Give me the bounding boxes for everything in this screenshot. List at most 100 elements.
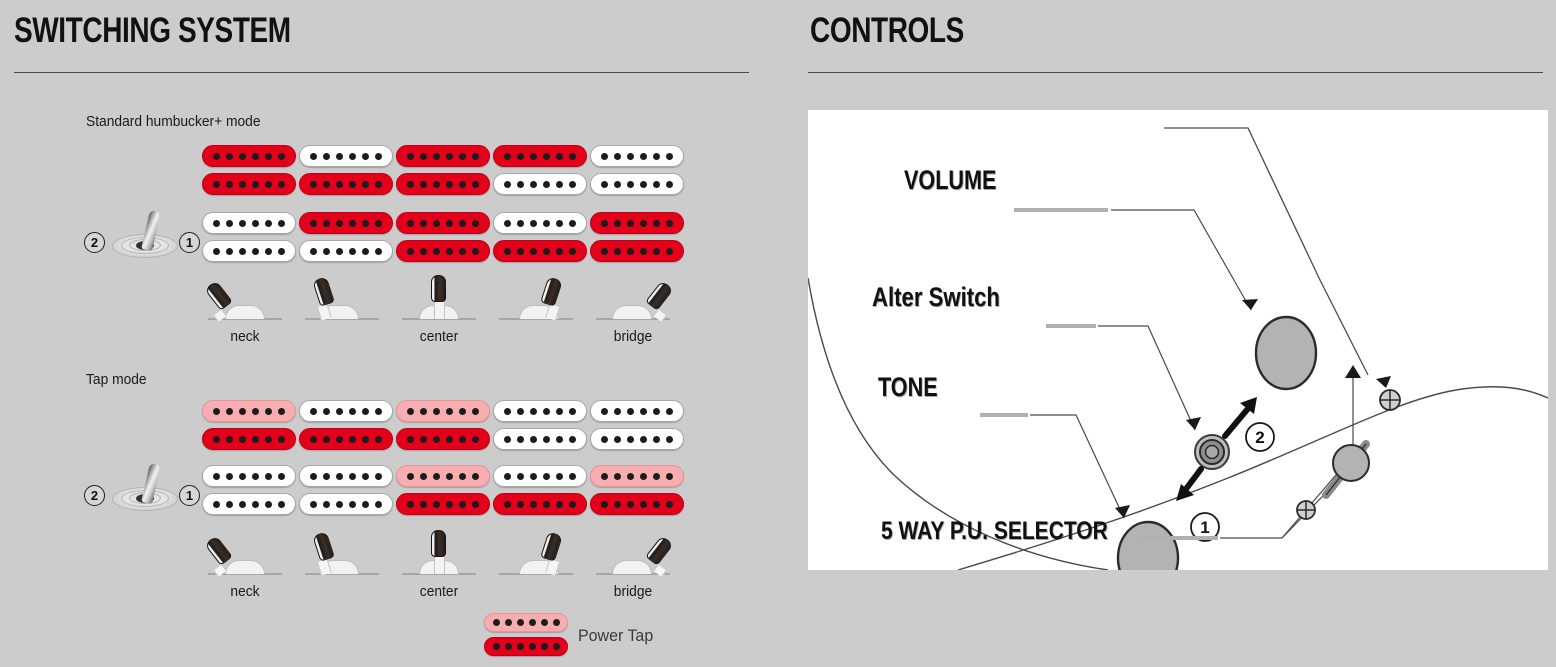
coil-top — [493, 145, 587, 167]
coil-top — [484, 613, 568, 632]
volume-knob[interactable] — [1254, 315, 1318, 391]
mode-label-humbucker: Standard humbucker+ mode — [86, 113, 261, 130]
pickup-tap-r2-c4 — [493, 465, 587, 515]
coil-top — [493, 212, 587, 234]
coil-bottom — [590, 173, 684, 195]
pickup-humbucker-r1-c5 — [590, 145, 684, 195]
selector-position-2-humbucker[interactable] — [305, 276, 379, 327]
coil-top — [299, 465, 393, 487]
coil-bottom — [396, 428, 490, 450]
coil-bottom — [299, 493, 393, 515]
pickup-tap-r2-c3 — [396, 465, 490, 515]
coil-top — [396, 212, 490, 234]
page-title-controls: CONTROLS — [810, 11, 964, 50]
page-title-switching: SWITCHING SYSTEM — [14, 11, 291, 50]
alter-toggle-humbucker[interactable] — [112, 206, 178, 258]
screw-upper — [1379, 389, 1401, 411]
coil-bottom — [493, 240, 587, 262]
coil-bottom — [590, 493, 684, 515]
coil-top — [396, 145, 490, 167]
selector-position-1-humbucker[interactable] — [204, 280, 282, 327]
legend-label-power-tap: Power Tap — [578, 626, 654, 645]
page-root: SWITCHING SYSTEM Standard humbucker+ mod… — [0, 0, 1556, 667]
coil-bottom — [396, 173, 490, 195]
coil-bottom — [202, 173, 296, 195]
coil-top — [202, 145, 296, 167]
switching-system-panel: SWITCHING SYSTEM Standard humbucker+ mod… — [0, 0, 780, 667]
pickup-tap-r2-c1 — [202, 465, 296, 515]
pickup-tap-r1-c2 — [299, 400, 393, 450]
toggle-number-left-tap: 2 — [84, 485, 105, 506]
coil-top — [202, 465, 296, 487]
pickup-tap-r1-c1 — [202, 400, 296, 450]
coil-bottom — [590, 240, 684, 262]
coil-top — [590, 212, 684, 234]
pickup-humbucker-r2-c5 — [590, 212, 684, 262]
mode-label-tap: Tap mode — [86, 371, 147, 388]
coil-bottom — [396, 493, 490, 515]
coil-bottom — [202, 428, 296, 450]
alter-switch-control[interactable] — [1194, 434, 1230, 470]
pickup-humbucker-r1-c2 — [299, 145, 393, 195]
selector-label-bridge-humbucker: bridge — [613, 328, 653, 345]
toggle-number-left-humbucker: 2 — [84, 232, 105, 253]
coil-bottom — [493, 493, 587, 515]
coil-top — [299, 400, 393, 422]
coil-top — [590, 400, 684, 422]
coil-top — [202, 400, 296, 422]
coil-bottom — [396, 240, 490, 262]
coil-top — [590, 145, 684, 167]
coil-bottom — [299, 240, 393, 262]
pickup-humbucker-r2-c2 — [299, 212, 393, 262]
selector-label-bridge-tap: bridge — [613, 583, 653, 600]
selector-position-4-tap[interactable] — [499, 531, 573, 582]
pickup-humbucker-r1-c3 — [396, 145, 490, 195]
pickup-humbucker-r2-c4 — [493, 212, 587, 262]
title-divider-switching — [14, 72, 749, 73]
pickup-tap-r2-c2 — [299, 465, 393, 515]
selector-position-3-humbucker[interactable] — [402, 275, 476, 327]
coil-bottom — [484, 637, 568, 656]
screw-lower — [1296, 500, 1316, 520]
coil-bottom — [299, 173, 393, 195]
pickup-tap-r1-c4 — [493, 400, 587, 450]
coil-top — [396, 465, 490, 487]
pickup-humbucker-r2-c1 — [202, 212, 296, 262]
callout-number-2-text: 2 — [1255, 428, 1264, 447]
coil-bottom — [590, 428, 684, 450]
coil-top — [493, 400, 587, 422]
coil-bottom — [493, 428, 587, 450]
coil-bottom — [299, 428, 393, 450]
controls-diagram: 2 1 VOLUME Alter Switch TONE 5 WAY P.U. … — [808, 110, 1548, 570]
pickup-humbucker-r2-c3 — [396, 212, 490, 262]
coil-top — [493, 465, 587, 487]
coil-top — [299, 212, 393, 234]
selector-position-5-humbucker[interactable] — [596, 280, 674, 327]
callout-number-1-text: 1 — [1200, 518, 1209, 537]
pickup-tap-r1-c3 — [396, 400, 490, 450]
coil-top — [202, 212, 296, 234]
coil-top — [590, 465, 684, 487]
toggle-number-right-tap: 1 — [179, 485, 200, 506]
pickup-humbucker-r1-c1 — [202, 145, 296, 195]
coil-bottom — [202, 493, 296, 515]
pickup-tap-r2-c5 — [590, 465, 684, 515]
coil-bottom — [202, 240, 296, 262]
selector-position-1-tap[interactable] — [204, 535, 282, 582]
pickup-tap-r1-c5 — [590, 400, 684, 450]
coil-bottom — [493, 173, 587, 195]
alter-toggle-tap[interactable] — [112, 459, 178, 511]
coil-top — [299, 145, 393, 167]
selector-label-center-tap: center — [419, 583, 459, 600]
selector-label-neck-humbucker: neck — [230, 328, 260, 345]
selector-position-3-tap[interactable] — [402, 530, 476, 582]
toggle-number-right-humbucker: 1 — [179, 232, 200, 253]
selector-position-5-tap[interactable] — [596, 535, 674, 582]
selector-label-center-humbucker: center — [419, 328, 459, 345]
pickup-humbucker-r1-c4 — [493, 145, 587, 195]
callout-number-2: 2 — [1245, 422, 1275, 452]
selector-position-4-humbucker[interactable] — [499, 276, 573, 327]
selector-position-2-tap[interactable] — [305, 531, 379, 582]
coil-top — [396, 400, 490, 422]
legend-swatch-power-tap — [484, 613, 568, 657]
